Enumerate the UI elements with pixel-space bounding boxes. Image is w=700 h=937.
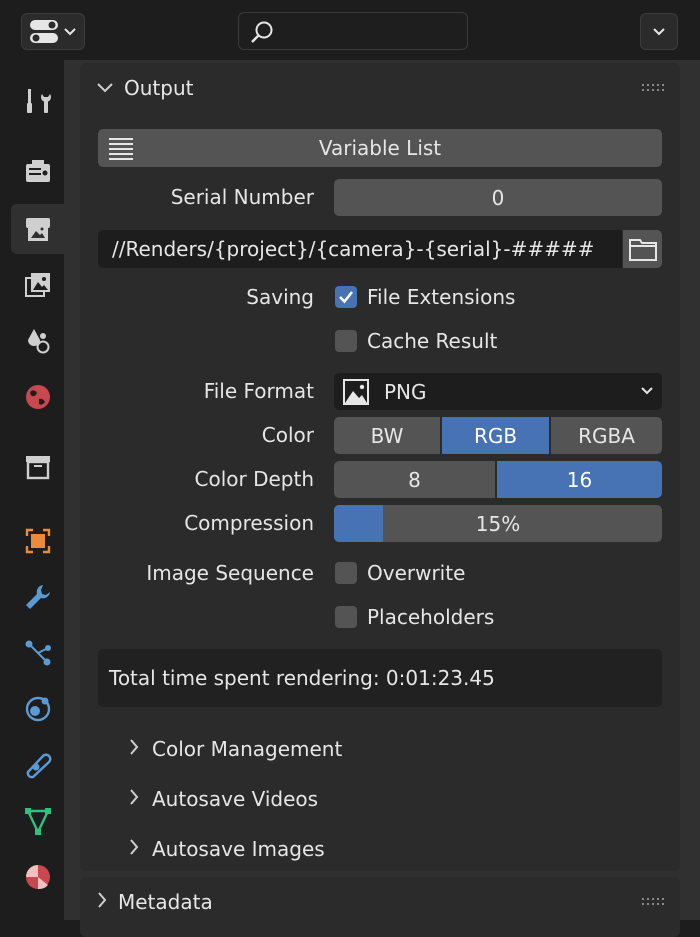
tool-icon (26, 89, 51, 113)
folder-icon (628, 239, 657, 261)
browse-folder-button[interactable] (623, 230, 662, 268)
file-format-label: File Format (203, 379, 314, 403)
constraints-icon (26, 753, 51, 779)
compression-value: 15% (475, 511, 521, 536)
chevron-down-icon (641, 387, 653, 395)
tab-render[interactable] (11, 146, 64, 196)
variable-list-label: Variable List (318, 136, 442, 160)
chevron-right-icon (96, 891, 116, 913)
properties-editor-icon (30, 19, 58, 43)
overwrite-label: Overwrite (367, 561, 466, 585)
tab-physics[interactable] (11, 684, 64, 734)
tab-object[interactable] (11, 516, 64, 566)
subpanel-label: Autosave Images (152, 837, 325, 861)
overwrite-checkbox[interactable] (335, 562, 357, 584)
physics-icon (25, 696, 50, 722)
drag-grip-icon[interactable] (642, 84, 664, 92)
tab-scene[interactable] (11, 316, 64, 366)
search-icon (251, 21, 273, 43)
subpanel-autosave-images[interactable]: Autosave Images (128, 834, 325, 864)
subpanel-autosave-videos[interactable]: Autosave Videos (128, 784, 318, 814)
list-icon (109, 138, 133, 160)
subpanel-label: Color Management (152, 737, 343, 761)
cache-result-label: Cache Result (367, 329, 498, 353)
file-format-select[interactable]: PNG (334, 373, 662, 410)
image-sequence-label: Image Sequence (146, 561, 314, 585)
output-panel: Output Variable List Serial Number 0 //R… (80, 63, 680, 871)
image-icon (343, 378, 369, 405)
panel-title: Metadata (118, 890, 213, 914)
output-path-input[interactable]: //Renders/{project}/{camera}-{serial}-##… (98, 230, 622, 268)
subpanel-color-management[interactable]: Color Management (128, 734, 342, 764)
tab-output[interactable] (11, 204, 64, 254)
placeholders-checkbox[interactable] (335, 606, 357, 628)
tab-particles[interactable] (11, 628, 64, 678)
properties-tabs-sidebar (0, 60, 64, 920)
color-depth-label: Color Depth (194, 467, 315, 491)
compression-label: Compression (184, 511, 314, 535)
tab-world[interactable] (11, 372, 64, 422)
tab-constraints[interactable] (11, 740, 64, 790)
checkmark-icon (339, 291, 354, 304)
panel-title: Output (124, 76, 194, 100)
file-extensions-label: File Extensions (367, 285, 516, 309)
collection-icon (25, 456, 50, 480)
chevron-down-icon (96, 79, 116, 98)
color-mode-segmented: BW RGB RGBA (334, 417, 662, 454)
world-icon (25, 385, 50, 409)
saving-label: Saving (246, 285, 314, 309)
scene-icon (27, 329, 49, 354)
mesh-data-icon (24, 808, 51, 835)
material-icon (25, 865, 50, 890)
tab-material[interactable] (11, 852, 64, 902)
file-format-value: PNG (384, 379, 427, 404)
color-depth-segmented: 8 16 (334, 461, 662, 498)
compression-slider[interactable]: 15% (334, 505, 662, 542)
drag-grip-icon[interactable] (642, 898, 664, 906)
color-depth-option-8[interactable]: 8 (334, 461, 495, 498)
object-icon (25, 528, 50, 554)
subpanel-label: Autosave Videos (152, 787, 319, 811)
metadata-panel: Metadata (80, 877, 680, 937)
placeholders-label: Placeholders (367, 605, 495, 629)
color-option-bw[interactable]: BW (334, 417, 440, 454)
top-header (0, 0, 700, 60)
chevron-right-icon (128, 737, 152, 761)
tab-data[interactable] (11, 796, 64, 846)
options-menu-button[interactable] (640, 13, 678, 50)
tab-modifiers[interactable] (11, 572, 64, 622)
properties-main-area: Output Variable List Serial Number 0 //R… (64, 60, 700, 937)
tab-collection[interactable] (11, 442, 64, 492)
tab-view-layer[interactable] (11, 260, 64, 310)
editor-type-button[interactable] (21, 13, 85, 50)
color-depth-option-16[interactable]: 16 (497, 461, 662, 498)
color-option-rgba[interactable]: RGBA (551, 417, 662, 454)
view-layer-icon (24, 273, 50, 297)
color-label: Color (261, 423, 314, 447)
wrench-icon (25, 585, 50, 609)
output-panel-header[interactable]: Output (80, 63, 680, 113)
particles-icon (25, 640, 51, 666)
chevron-right-icon (128, 837, 152, 861)
variable-list-button[interactable]: Variable List (98, 129, 662, 167)
render-time-info: Total time spent rendering: 0:01:23.45 (98, 649, 662, 707)
output-icon (25, 218, 50, 241)
cache-result-checkbox[interactable] (335, 330, 357, 352)
chevron-down-icon (653, 27, 665, 35)
render-icon (25, 160, 50, 182)
search-input[interactable] (238, 12, 468, 50)
tab-tool[interactable] (11, 76, 64, 126)
serial-number-field[interactable]: 0 (334, 179, 662, 216)
chevron-down-icon (64, 27, 76, 35)
serial-number-label: Serial Number (170, 185, 314, 209)
color-option-rgb[interactable]: RGB (442, 417, 549, 454)
file-extensions-checkbox[interactable] (335, 286, 357, 308)
chevron-right-icon (128, 787, 152, 811)
